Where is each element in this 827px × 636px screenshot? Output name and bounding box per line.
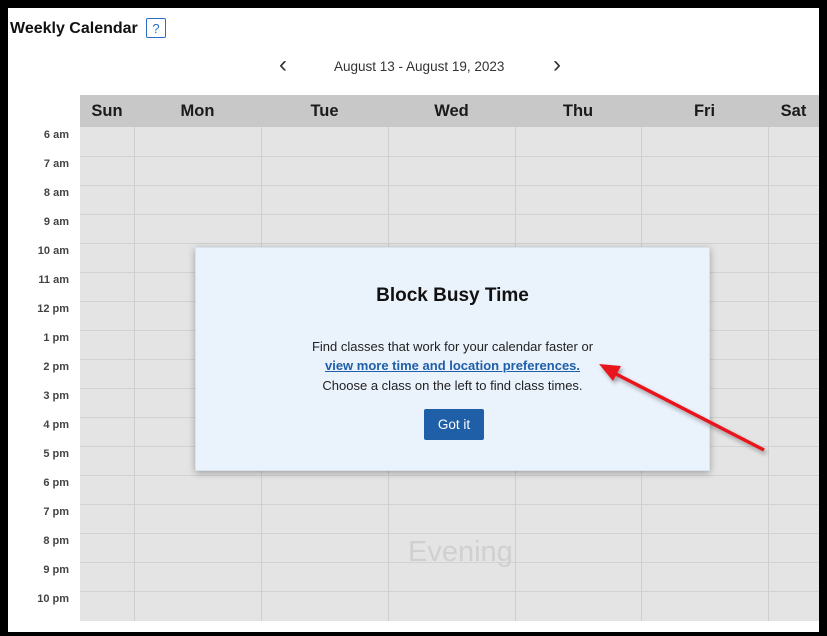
hour-line (80, 243, 819, 244)
time-label: 7 am (43, 158, 69, 170)
time-label: 6 pm (43, 477, 69, 489)
block-busy-time-dialog: Block Busy Time Find classes that work f… (195, 247, 710, 471)
calendar-frame: Weekly Calendar ? ‹ August 13 - August 1… (8, 8, 819, 632)
time-label: 11 am (38, 274, 69, 286)
time-label: 3 pm (43, 390, 69, 402)
hour-line (80, 156, 819, 157)
page-title: Weekly Calendar (10, 20, 138, 37)
dialog-title: Block Busy Time (376, 285, 529, 306)
hour-line (80, 475, 819, 476)
time-label: 4 pm (43, 419, 69, 431)
day-divider (134, 127, 135, 621)
time-label: 1 pm (43, 332, 69, 344)
dialog-text: Find classes that work for your calendar… (311, 339, 594, 354)
time-label: 9 am (43, 216, 69, 228)
day-header-wed: Wed (434, 102, 469, 120)
week-range: August 13 - August 19, 2023 (334, 59, 505, 74)
time-label: 2 pm (43, 361, 69, 373)
chevron-right-icon[interactable]: › (553, 53, 561, 77)
day-divider (768, 127, 769, 621)
preferences-link[interactable]: view more time and location preferences. (196, 358, 709, 373)
hour-line (80, 214, 819, 215)
time-label: 12 pm (37, 303, 69, 315)
day-header-mon: Mon (180, 102, 215, 120)
day-header-fri: Fri (693, 102, 716, 120)
time-label: 8 pm (43, 535, 69, 547)
day-header-sun: Sun (91, 102, 123, 120)
time-label: 6 am (43, 129, 69, 141)
chevron-left-icon[interactable]: ‹ (279, 53, 287, 77)
help-icon[interactable]: ? (146, 18, 166, 38)
hour-line (80, 185, 819, 186)
time-label: 5 pm (43, 448, 69, 460)
day-header-tue: Tue (310, 102, 339, 120)
time-label: 7 pm (43, 506, 69, 518)
got-it-button[interactable]: Got it (424, 409, 484, 440)
dialog-hint: Choose a class on the left to find class… (322, 378, 583, 393)
time-label: 10 pm (37, 593, 69, 605)
day-header-sat: Sat (780, 102, 807, 120)
hour-line (80, 504, 819, 505)
day-header-thu: Thu (562, 102, 594, 120)
evening-label: Evening (408, 536, 513, 568)
time-label: 9 pm (43, 564, 69, 576)
hour-line (80, 591, 819, 592)
time-label: 10 am (37, 245, 69, 257)
hour-line (80, 533, 819, 534)
time-label: 8 am (43, 187, 69, 199)
day-header-row: Sun Mon Tue Wed Thu Fri Sat (80, 95, 819, 127)
